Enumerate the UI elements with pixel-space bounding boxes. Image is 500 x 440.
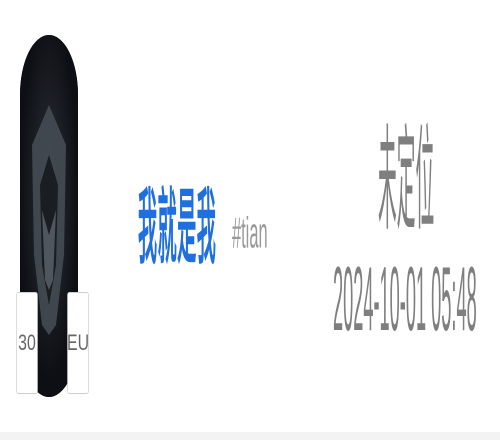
bottom-divider	[0, 432, 500, 440]
nickname-container: 我就是我	[138, 150, 298, 290]
nickname-link[interactable]: 我就是我	[138, 161, 216, 279]
timestamp: 2024-10-01 05:48	[333, 246, 477, 351]
location-label: 未定位	[378, 114, 435, 246]
user-tag: #tian	[232, 210, 268, 259]
avatar-badge-left: 30	[16, 292, 38, 394]
profile-card: 30 EU 我就是我 #tian 未定位 2024-10-01 05:48	[0, 0, 500, 433]
avatar-badge-right: EU	[67, 292, 89, 394]
